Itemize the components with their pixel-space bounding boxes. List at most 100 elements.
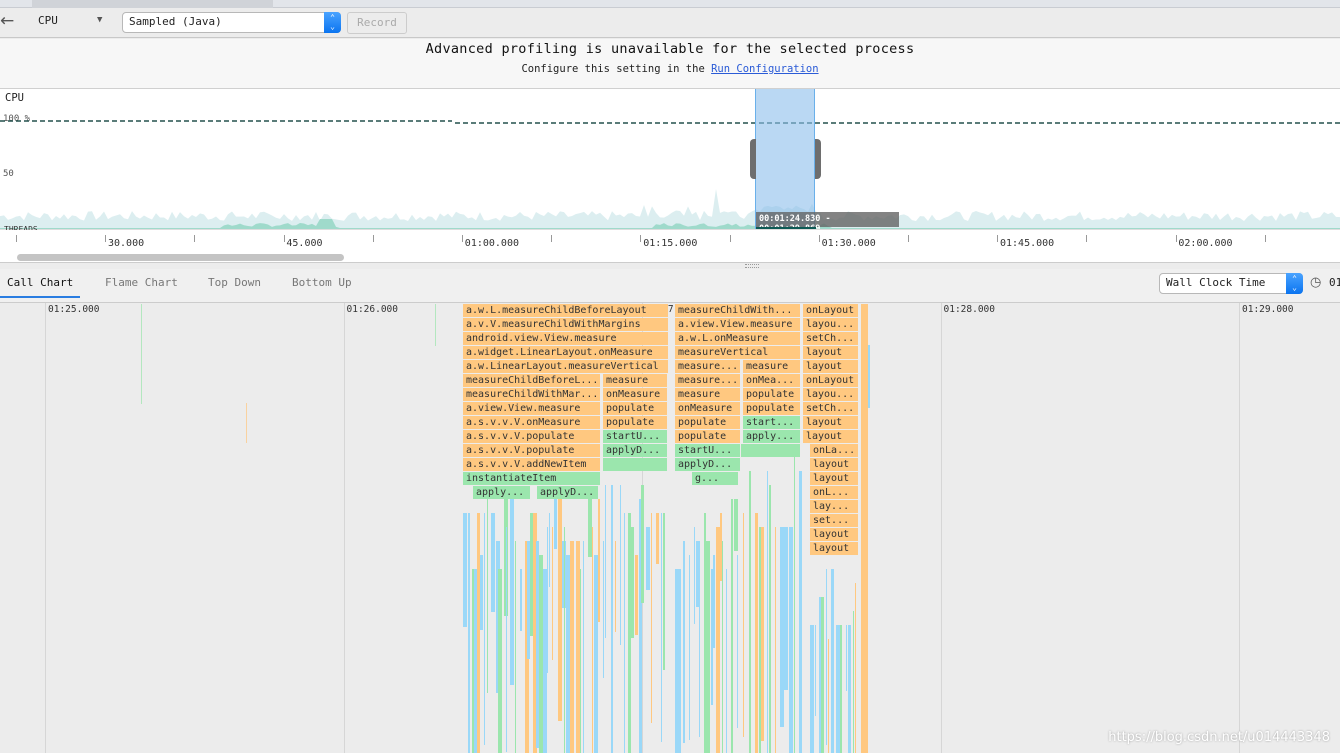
call-frame[interactable] bbox=[810, 625, 814, 753]
call-frame[interactable] bbox=[487, 499, 488, 693]
call-chart[interactable]: 01:25.000 01:26.000 01:27.000 01:28.000 01:2… bbox=[0, 303, 1340, 753]
chevron-down-icon[interactable]: ▼ bbox=[97, 15, 102, 25]
call-frame[interactable] bbox=[480, 555, 483, 631]
call-frame[interactable] bbox=[656, 513, 659, 565]
call-frame[interactable]: onMea... bbox=[743, 374, 800, 387]
call-frame[interactable]: setCh... bbox=[803, 402, 858, 415]
call-frame[interactable] bbox=[831, 569, 834, 753]
call-frame[interactable]: startU... bbox=[603, 430, 667, 443]
call-frame[interactable] bbox=[840, 625, 842, 753]
call-frame[interactable] bbox=[615, 541, 616, 633]
call-frame[interactable]: a.w.L.measureChildBeforeLayout bbox=[463, 304, 668, 317]
call-frame[interactable] bbox=[547, 527, 548, 673]
range-selection[interactable] bbox=[755, 89, 815, 229]
call-frame[interactable]: layout bbox=[803, 416, 858, 429]
call-frame[interactable]: layout bbox=[810, 458, 858, 471]
call-frame[interactable]: a.view.View.measure bbox=[463, 402, 600, 415]
call-frame[interactable]: populate bbox=[603, 416, 667, 429]
call-frame[interactable]: a.v.V.measureChildWithMargins bbox=[463, 318, 668, 331]
call-frame[interactable] bbox=[435, 304, 436, 346]
call-frame[interactable] bbox=[520, 569, 522, 631]
call-frame[interactable] bbox=[605, 485, 606, 638]
call-frame[interactable]: populate bbox=[675, 430, 740, 443]
call-frame[interactable]: measure... bbox=[675, 360, 740, 373]
call-frame[interactable]: instantiateItem bbox=[463, 472, 600, 485]
call-frame[interactable]: applyD... bbox=[603, 444, 667, 457]
call-frame[interactable] bbox=[821, 597, 824, 753]
call-frame[interactable] bbox=[794, 457, 795, 753]
window-tab[interactable] bbox=[32, 0, 273, 8]
call-frame[interactable]: measureChildWith... bbox=[675, 304, 800, 317]
tab-bottom-up[interactable]: Bottom Up bbox=[292, 276, 352, 296]
call-frame[interactable] bbox=[484, 513, 485, 745]
call-frame[interactable] bbox=[498, 569, 502, 753]
call-frame[interactable] bbox=[761, 527, 764, 741]
call-frame[interactable]: onMeasure bbox=[603, 388, 667, 401]
call-frame[interactable] bbox=[799, 471, 802, 753]
call-frame[interactable] bbox=[680, 569, 681, 753]
run-configuration-link[interactable]: Run Configuration bbox=[711, 63, 818, 75]
call-frame[interactable] bbox=[570, 541, 574, 753]
call-frame[interactable] bbox=[477, 513, 480, 753]
call-frame[interactable]: layout bbox=[810, 472, 858, 485]
call-frame[interactable]: layou... bbox=[803, 388, 858, 401]
call-frame[interactable]: measure... bbox=[675, 374, 740, 387]
call-frame[interactable]: populate bbox=[603, 402, 667, 415]
call-frame[interactable]: start... bbox=[743, 416, 800, 429]
call-frame[interactable]: measureVertical bbox=[675, 346, 800, 359]
call-frame[interactable] bbox=[699, 569, 700, 737]
call-frame[interactable] bbox=[815, 625, 816, 717]
call-frame[interactable]: set... bbox=[810, 514, 858, 527]
call-frame[interactable] bbox=[706, 541, 710, 753]
call-frame[interactable]: onLayout bbox=[803, 374, 858, 387]
splitter-handle[interactable] bbox=[745, 264, 759, 268]
call-frame[interactable] bbox=[663, 513, 665, 670]
call-frame[interactable]: lay... bbox=[810, 500, 858, 513]
call-frame[interactable] bbox=[749, 471, 751, 753]
call-frame[interactable]: populate bbox=[743, 388, 800, 401]
call-frame[interactable] bbox=[611, 485, 613, 753]
call-frame[interactable] bbox=[713, 555, 715, 649]
call-frame[interactable] bbox=[641, 485, 644, 604]
call-frame[interactable] bbox=[463, 513, 467, 627]
call-frame[interactable] bbox=[592, 527, 593, 753]
call-frame[interactable] bbox=[767, 471, 768, 753]
profiler-select[interactable]: CPU bbox=[38, 14, 58, 27]
call-frame[interactable]: measure bbox=[743, 360, 800, 373]
call-frame[interactable]: populate bbox=[675, 416, 740, 429]
call-frame[interactable]: apply... bbox=[743, 430, 800, 443]
call-frame[interactable] bbox=[743, 513, 744, 737]
call-frame[interactable]: onL... bbox=[810, 486, 858, 499]
call-frame[interactable] bbox=[620, 485, 621, 645]
call-frame[interactable] bbox=[853, 611, 854, 753]
call-frame[interactable] bbox=[722, 541, 723, 753]
arrow-left-icon[interactable]: ← bbox=[0, 11, 14, 31]
call-frame[interactable] bbox=[661, 513, 662, 742]
call-frame[interactable]: onLa... bbox=[810, 444, 858, 457]
call-frame[interactable] bbox=[635, 555, 638, 636]
record-button[interactable]: Record bbox=[347, 12, 407, 34]
call-frame[interactable] bbox=[246, 403, 247, 443]
horizontal-scrollbar[interactable] bbox=[17, 254, 344, 261]
call-frame[interactable] bbox=[651, 513, 652, 723]
call-frame[interactable]: measure bbox=[675, 388, 740, 401]
profiling-mode-select[interactable]: Sampled (Java) ⌃ ⌄ bbox=[122, 12, 341, 33]
call-frame[interactable] bbox=[737, 555, 738, 729]
call-frame[interactable]: android.view.View.measure bbox=[463, 332, 668, 345]
call-frame[interactable]: applyD... bbox=[537, 486, 598, 499]
call-frame[interactable] bbox=[689, 555, 690, 740]
call-frame[interactable] bbox=[861, 304, 868, 753]
call-frame[interactable]: a.s.v.v.V.populate bbox=[463, 430, 600, 443]
call-frame[interactable]: a.view.View.measure bbox=[675, 318, 800, 331]
range-handle-left[interactable] bbox=[750, 139, 756, 179]
call-frame[interactable]: layou... bbox=[803, 318, 858, 331]
call-frame[interactable]: layout bbox=[803, 360, 858, 373]
call-frame[interactable]: g... bbox=[692, 472, 738, 485]
call-frame[interactable] bbox=[583, 541, 584, 753]
tab-top-down[interactable]: Top Down bbox=[208, 276, 261, 296]
call-frame[interactable]: applyD... bbox=[675, 458, 740, 471]
call-frame[interactable] bbox=[731, 499, 733, 753]
call-frame[interactable]: a.widget.LinearLayout.onMeasure bbox=[463, 346, 668, 359]
call-frame[interactable]: setCh... bbox=[803, 332, 858, 345]
call-frame[interactable] bbox=[683, 541, 685, 744]
